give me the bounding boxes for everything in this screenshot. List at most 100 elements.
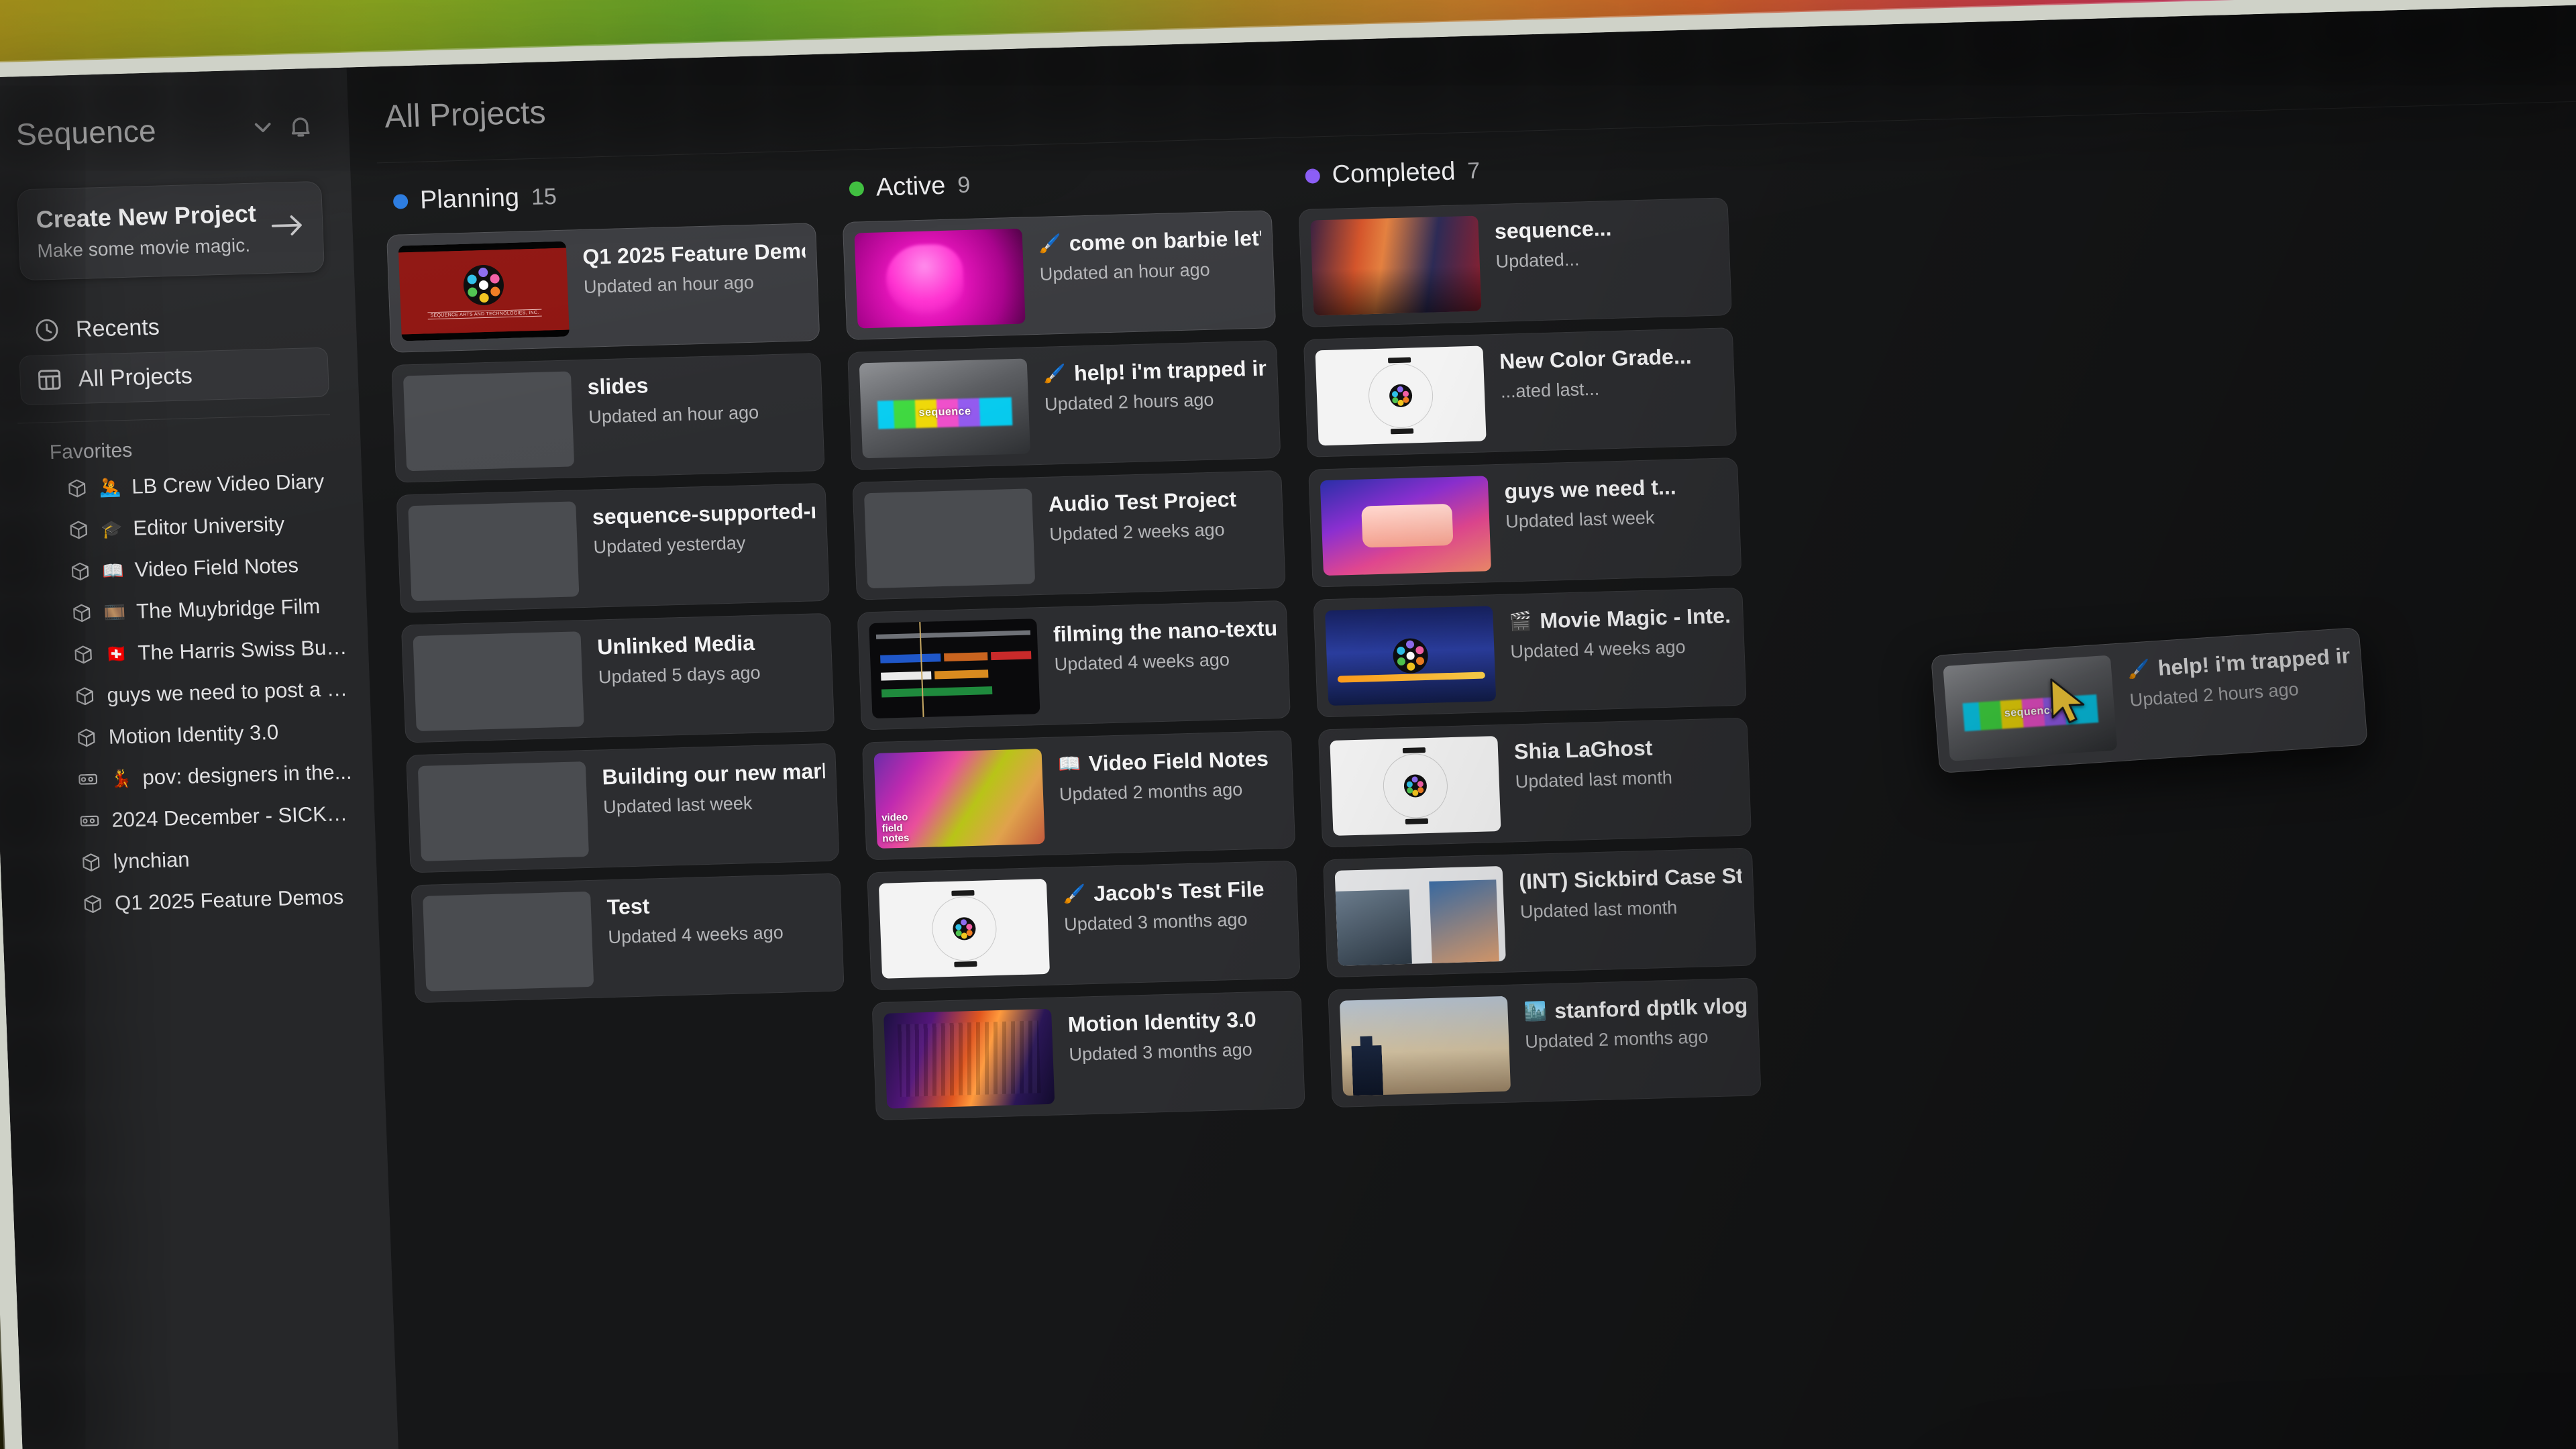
card-meta: filming the nano-texture displayUpdated … bbox=[1053, 612, 1277, 675]
card-meta: sequence-supported-media-files Updated ye… bbox=[592, 494, 816, 557]
project-card[interactable]: New Color Grade... ...ated last... bbox=[1303, 327, 1737, 458]
card-title: filming the nano-texture display bbox=[1053, 616, 1276, 647]
bell-icon[interactable] bbox=[281, 107, 320, 146]
film-reel-logo bbox=[462, 264, 505, 306]
favorite-label: pov: designers in the... bbox=[142, 759, 352, 790]
card-thumbnail bbox=[423, 891, 594, 991]
create-new-project-button[interactable]: Create New Project Make some movie magic… bbox=[17, 180, 325, 281]
card-subtitle: Updated 3 months ago bbox=[1069, 1039, 1253, 1065]
card-emoji: 🎬 bbox=[1509, 610, 1533, 632]
card-thumbnail bbox=[869, 619, 1040, 719]
kanban-column: Completed 7 sequence... Updated... New Color… bbox=[1297, 150, 1762, 1120]
card-title-text: (INT) Sickbird Case Study bbox=[1518, 863, 1743, 894]
card-title-text: Q1 2025 Feature Demos bbox=[582, 238, 806, 269]
card-title: Shia LaGhost bbox=[1513, 733, 1737, 765]
card-title: 🖌️ come on barbie let's go... bbox=[1038, 226, 1262, 258]
create-new-project-text: Create New Project Make some movie magic… bbox=[36, 199, 271, 262]
status-dot bbox=[849, 180, 865, 197]
sidebar-item-all-projects[interactable]: All Projects bbox=[19, 347, 330, 406]
project-card[interactable]: Shia LaGhost Updated last month bbox=[1318, 717, 1752, 848]
cube-icon bbox=[74, 726, 98, 749]
card-title: Motion Identity 3.0 bbox=[1067, 1006, 1291, 1038]
project-card[interactable]: Audio Test Project Updated 2 weeks ago bbox=[852, 470, 1286, 600]
cube-icon bbox=[67, 519, 91, 542]
sidebar-nav: Recents All Projects bbox=[0, 297, 359, 407]
card-title: 🖌️ help! i'm trapped in a timeline... bbox=[1043, 356, 1267, 388]
column-count: 15 bbox=[531, 183, 557, 210]
card-thumbnail bbox=[863, 488, 1036, 589]
card-meta: Q1 2025 Feature Demos Updated an hour ago bbox=[582, 235, 807, 298]
column-name: Completed bbox=[1331, 157, 1456, 189]
cube-icon bbox=[68, 560, 92, 584]
card-title: New Color Grade... bbox=[1499, 343, 1723, 375]
favorite-label: The Harris Swiss Bunker... bbox=[137, 635, 353, 665]
card-title: Unlinked Media bbox=[597, 629, 820, 660]
project-card[interactable]: Motion Identity 3.0 Updated 3 months ago bbox=[871, 990, 1305, 1121]
card-thumbnail bbox=[873, 749, 1045, 849]
project-card[interactable]: 🖌️ come on barbie let's go... Updated an h… bbox=[842, 210, 1277, 340]
mouse-cursor-icon bbox=[2048, 676, 2092, 733]
card-title: Audio Test Project bbox=[1048, 486, 1271, 517]
project-card[interactable]: 🏙️ stanford dptlk vlog Updated 2 months ag… bbox=[1328, 977, 1762, 1108]
status-dot bbox=[1305, 168, 1321, 184]
project-card[interactable]: slides Updated an hour ago bbox=[391, 353, 825, 483]
card-title: 🏙️ stanford dptlk vlog bbox=[1523, 994, 1747, 1025]
card-title-text: Jacob's Test File bbox=[1093, 876, 1265, 906]
project-card[interactable]: Test Updated 4 weeks ago bbox=[411, 873, 845, 1004]
card-title: 🎬 Movie Magic - Inte... bbox=[1509, 603, 1732, 635]
card-title: Test bbox=[606, 889, 830, 920]
favorite-emoji: 🎓 bbox=[100, 518, 123, 539]
card-title-text: Building our new marketing site... bbox=[601, 759, 826, 790]
card-subtitle: Updated last week bbox=[1505, 507, 1655, 532]
column-count: 9 bbox=[957, 172, 971, 199]
arrow-right-icon bbox=[270, 211, 306, 242]
card-meta: 🖌️ come on barbie let's go... Updated an h… bbox=[1038, 222, 1263, 285]
workspace-title: Sequence bbox=[15, 113, 157, 152]
card-thumbnail bbox=[413, 631, 584, 732]
chevron-down-icon[interactable] bbox=[244, 108, 282, 147]
card-title-text: sequence... bbox=[1494, 216, 1612, 244]
project-card[interactable]: 📖 Video Field Notes Updated 2 months ago bbox=[861, 730, 1296, 861]
cube-icon bbox=[65, 477, 89, 500]
project-card[interactable]: 🎬 Movie Magic - Inte... Updated 4 weeks ag… bbox=[1313, 587, 1747, 718]
card-emoji: 🖌️ bbox=[1038, 233, 1062, 254]
project-card[interactable]: (INT) Sickbird Case Study Updated last mo… bbox=[1322, 847, 1757, 978]
card-subtitle: Updated an hour ago bbox=[583, 272, 755, 297]
thumbnail-caption: SEQUENCE ARTS AND TECHNOLOGIES, INC. bbox=[427, 309, 542, 319]
card-thumbnail bbox=[417, 761, 590, 861]
card-title: sequence-supported-media-files bbox=[592, 498, 815, 530]
project-card[interactable]: filming the nano-texture displayUpdated … bbox=[857, 600, 1291, 731]
card-title-text: slides bbox=[587, 373, 649, 399]
card-subtitle: Updated an hour ago bbox=[588, 402, 759, 427]
cube-icon bbox=[79, 851, 103, 874]
kanban-column: Planning 15 SEQUENCE ARTS AND TECHNOLOGIES… bbox=[384, 175, 849, 1145]
card-title: 🖌️ Jacob's Test File bbox=[1063, 876, 1286, 908]
card-thumbnail: SEQUENCE ARTS AND TECHNOLOGIES, INC. bbox=[398, 241, 570, 341]
card-title-text: help! i'm trapped in a timeline... bbox=[2157, 643, 2351, 680]
project-card[interactable]: Building our new marketing site...Update… bbox=[406, 743, 840, 873]
card-title: 📖 Video Field Notes bbox=[1058, 746, 1281, 777]
favorite-label: lynchian bbox=[113, 847, 191, 873]
column-name: Planning bbox=[419, 183, 520, 215]
card-meta: 🎬 Movie Magic - Inte... Updated 4 weeks ag… bbox=[1509, 599, 1733, 662]
card-title: Q1 2025 Feature Demos bbox=[582, 239, 806, 270]
card-title-text: sequence-supported-media-files bbox=[592, 498, 816, 529]
project-card[interactable]: guys we need t... Updated last week bbox=[1308, 457, 1742, 588]
card-meta: Audio Test Project Updated 2 weeks ago bbox=[1048, 482, 1273, 545]
card-meta: Building our new marketing site...Update… bbox=[602, 755, 826, 818]
sidebar-item-recents[interactable]: Recents bbox=[17, 298, 328, 356]
project-card[interactable]: 🖌️ help! i'm trapped in a timeline... Upda… bbox=[847, 340, 1281, 470]
column-name: Active bbox=[875, 171, 947, 202]
sidebar-favorite-item[interactable]: Q1 2025 Feature Demos bbox=[44, 875, 362, 926]
cube-icon bbox=[72, 643, 95, 666]
project-card[interactable]: SEQUENCE ARTS AND TECHNOLOGIES, INC. Q1 2… bbox=[386, 223, 820, 353]
sidebar-item-label: Recents bbox=[75, 314, 160, 342]
project-card[interactable]: 🖌️ Jacob's Test File Updated 3 months ago bbox=[867, 860, 1301, 991]
project-card[interactable]: Unlinked Media Updated 5 days ago bbox=[400, 612, 835, 743]
project-card[interactable]: sequence-supported-media-files Updated ye… bbox=[396, 482, 830, 613]
card-title-text: help! i'm trapped in a timeline... bbox=[1073, 356, 1267, 386]
favorite-label: LB Crew Video Diary bbox=[131, 469, 325, 498]
card-title-text: Test bbox=[606, 894, 650, 920]
project-card[interactable]: sequence... Updated... bbox=[1298, 197, 1732, 327]
card-meta: Motion Identity 3.0 Updated 3 months ago bbox=[1067, 1002, 1292, 1065]
